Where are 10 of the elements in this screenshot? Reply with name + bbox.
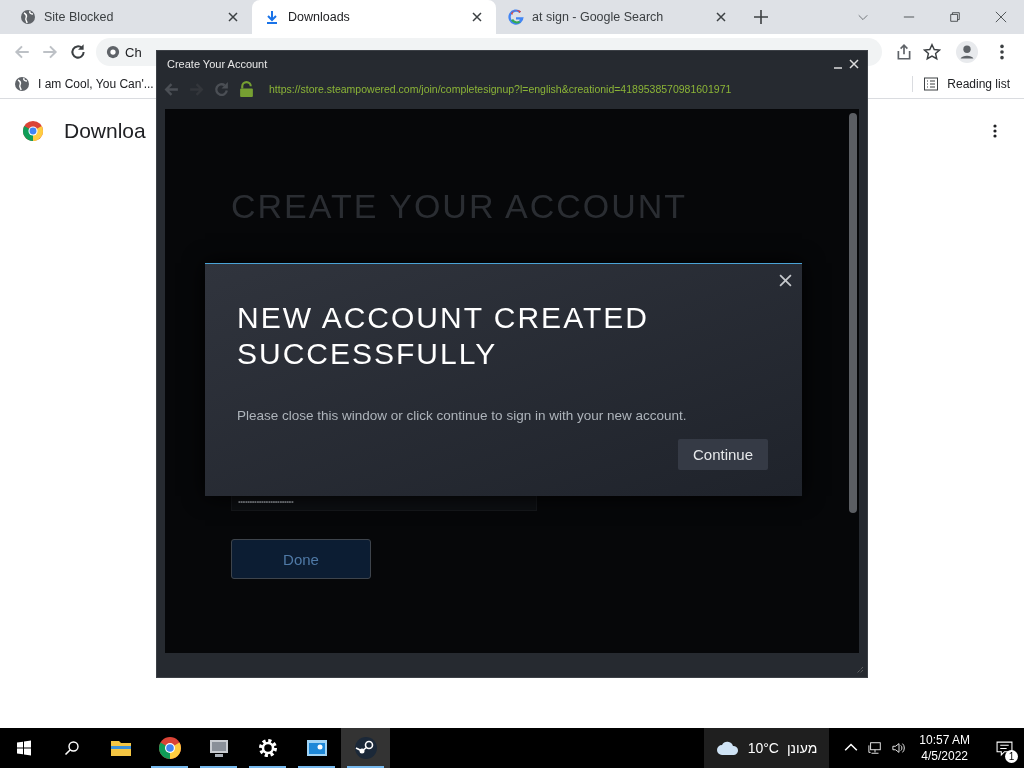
dialog-message: Please close this window or click continue to sign in with your new account. [237, 408, 688, 423]
weather-condition: מעונן [786, 740, 818, 756]
time-text: 10:57 AM [919, 732, 970, 748]
url-text: https://store.steampowered.com/join/completesignup?l=english&creationid=4189538570981601971 [269, 83, 732, 95]
page-title: Downloa [64, 119, 146, 143]
date-text: 4/5/2022 [921, 748, 968, 764]
notification-badge: 1 [1005, 749, 1018, 763]
dialog-title: NEW ACCOUNT CREATED SUCCESSFULLY [237, 300, 650, 372]
window-title: Create Your Account [167, 58, 268, 70]
temperature-text: 10°C [747, 740, 779, 756]
